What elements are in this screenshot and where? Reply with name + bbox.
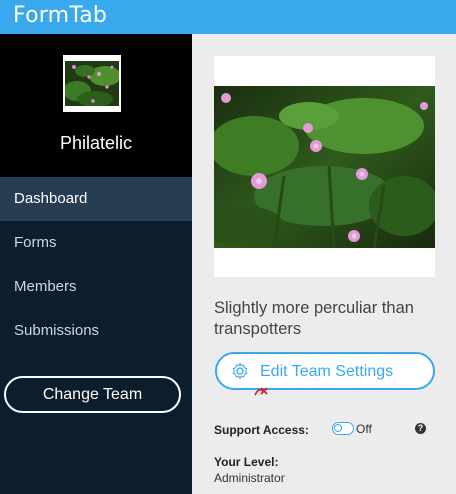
sidebar-item-dashboard[interactable]: Dashboard — [0, 177, 192, 221]
team-name: Philatelic — [59, 133, 133, 153]
help-icon[interactable]: ? — [415, 423, 426, 434]
edit-team-settings-button[interactable]: Edit Team Settings — [215, 352, 435, 390]
support-access-toggle[interactable] — [332, 422, 354, 435]
your-level-label: Your Level: — [214, 455, 279, 469]
team-description: Slightly more perculiar than transpotter… — [214, 299, 414, 338]
app-title: FormTab — [13, 3, 108, 28]
your-level-value: Administrator — [214, 471, 285, 485]
cover-photo — [214, 86, 435, 248]
support-access-label: Support Access: — [214, 423, 309, 437]
edit-team-settings-label: Edit Team Settings — [260, 363, 394, 380]
support-access-value: Off — [356, 422, 372, 436]
sidebar: Philatelic Dashboard Forms Members Submi… — [0, 34, 192, 494]
main-content: Slightly more perculiar than transpotter… — [192, 34, 456, 494]
sidebar-item-submissions[interactable]: Submissions — [0, 309, 192, 353]
team-thumbnail — [63, 55, 121, 112]
toggle-knob — [334, 424, 342, 432]
gear-icon — [232, 362, 248, 380]
top-bar: FormTab — [0, 0, 456, 34]
team-cover-image — [214, 56, 435, 277]
sidebar-item-forms[interactable]: Forms — [0, 221, 192, 265]
change-team-button[interactable]: Change Team — [4, 376, 181, 413]
team-thumbnail-image — [65, 61, 119, 106]
team-header: Philatelic — [0, 34, 192, 177]
cursor-marker-icon — [254, 387, 268, 396]
sidebar-item-members[interactable]: Members — [0, 265, 192, 309]
